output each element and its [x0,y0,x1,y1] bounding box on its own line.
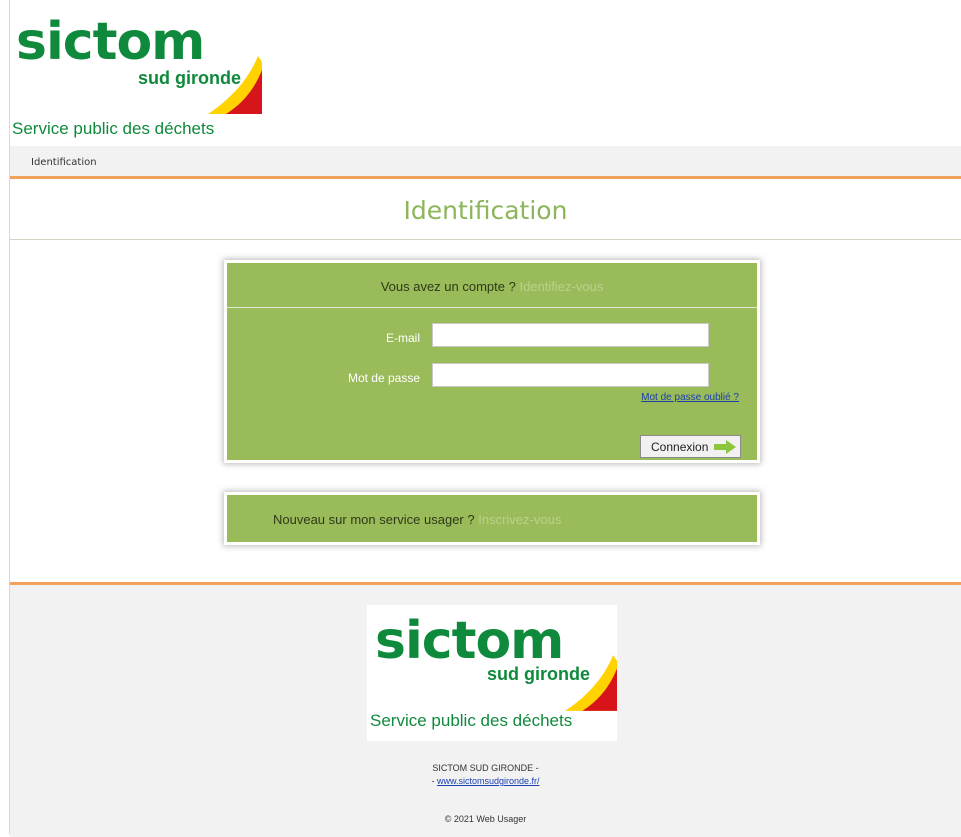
logo-flame-icon [208,56,262,114]
signup-link[interactable]: Inscrivez-vous [478,512,561,527]
footer-logo-box: sictom sud gironde Service public des dé… [367,605,617,741]
footer-org-name: SICTOM SUD GIRONDE - [432,763,539,773]
connexion-button-label: Connexion [651,440,709,454]
signup-question: Nouveau sur mon service usager ? [273,512,475,527]
footer-website-line: - www.sictomsudgironde.fr/ [10,776,961,786]
login-panel: Vous avez un compte ? Identifiez-vous E-… [224,260,760,463]
connexion-button[interactable]: Connexion [640,435,741,458]
footer: sictom sud gironde Service public des dé… [10,582,961,837]
logo-brand-text: sictom [16,12,205,72]
page-title: Identification [10,179,961,240]
email-field[interactable] [432,323,709,347]
breadcrumb: Identification [10,146,961,179]
header-logo[interactable]: sictom sud gironde Service public des dé… [12,12,262,138]
signup-panel: Nouveau sur mon service usager ? Inscriv… [224,492,760,545]
logo-tagline: Service public des déchets [12,119,215,138]
footer-copyright: © 2021 Web Usager [444,814,527,824]
signup-line: Nouveau sur mon service usager ? Inscriv… [273,512,561,527]
breadcrumb-item-identification[interactable]: Identification [31,157,97,168]
footer-logo-tagline: Service public des déchets [370,711,573,730]
password-label: Mot de passe [347,371,420,385]
login-cta-text: Identifiez-vous [519,279,604,294]
footer-logo-flame-icon [565,655,617,711]
footer-logo-brand-text: sictom [375,611,564,671]
footer-logo: sictom sud gironde Service public des dé… [367,605,617,729]
email-label: E-mail [385,331,420,345]
login-question: Vous avez un compte ? [380,279,516,294]
password-field[interactable] [432,363,709,387]
forgot-password-link[interactable]: Mot de passe oublié ? [641,392,739,403]
login-panel-header: Vous avez un compte ? Identifiez-vous [227,263,757,308]
footer-website-link[interactable]: www.sictomsudgironde.fr/ [437,776,540,786]
arrow-right-icon [714,440,736,454]
